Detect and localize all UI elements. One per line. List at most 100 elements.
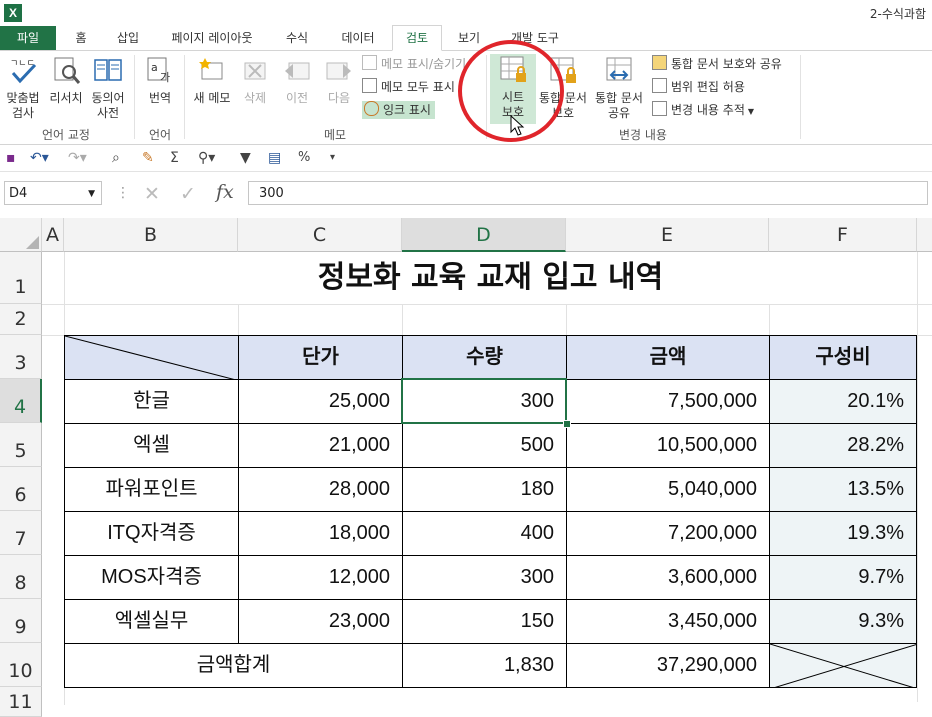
- tab-review[interactable]: 검토: [392, 25, 442, 51]
- ratio-cell[interactable]: 9.7%: [769, 555, 917, 600]
- header-quantity[interactable]: 수량: [402, 335, 567, 380]
- amount-cell[interactable]: 3,450,000: [566, 599, 770, 644]
- row-header-6[interactable]: 6: [0, 467, 42, 511]
- row-header-2[interactable]: 2: [0, 304, 42, 335]
- show-ink-button[interactable]: 잉크 표시: [362, 101, 435, 119]
- ratio-cell[interactable]: 13.5%: [769, 467, 917, 512]
- amount-cell[interactable]: 7,500,000: [566, 379, 770, 424]
- customize-qat-icon[interactable]: ▾: [330, 149, 335, 167]
- row-header-4[interactable]: 4: [0, 379, 42, 423]
- save-icon[interactable]: ▪: [6, 149, 16, 167]
- track-changes-button[interactable]: 변경 내용 추적 ▼: [652, 101, 754, 119]
- tab-file[interactable]: 파일: [0, 26, 56, 50]
- column-header-c[interactable]: C: [238, 218, 402, 252]
- show-all-comments-label: 메모 모두 표시: [381, 80, 455, 94]
- price-cell[interactable]: 18,000: [238, 511, 403, 556]
- amount-cell[interactable]: 10,500,000: [566, 423, 770, 468]
- previous-comment-button[interactable]: 이전: [278, 55, 316, 106]
- name-box[interactable]: D4 ▼: [4, 181, 102, 205]
- excel-app-icon[interactable]: X: [4, 4, 22, 22]
- tab-formulas[interactable]: 수식: [276, 26, 318, 50]
- new-comment-button[interactable]: 새 메모: [190, 55, 234, 106]
- protect-share-workbook-button[interactable]: 통합 문서 보호와 공유: [652, 55, 782, 73]
- redo-icon[interactable]: ↷▾: [68, 149, 87, 167]
- sheet-title[interactable]: 정보화 교육 교재 입고 내역: [64, 252, 917, 304]
- delete-comment-button[interactable]: 삭제: [238, 55, 272, 106]
- row-header-10[interactable]: 10: [0, 643, 42, 687]
- undo-icon[interactable]: ↶▾: [30, 149, 49, 167]
- ratio-cell[interactable]: 20.1%: [769, 379, 917, 424]
- item-name-cell[interactable]: ITQ자격증: [64, 511, 239, 556]
- row-header-5[interactable]: 5: [0, 423, 42, 467]
- price-cell[interactable]: 28,000: [238, 467, 403, 512]
- fill-handle[interactable]: [563, 420, 571, 428]
- show-all-comments-button[interactable]: 메모 모두 표시: [362, 78, 455, 96]
- quantity-cell[interactable]: 400: [402, 511, 567, 556]
- row-header-7[interactable]: 7: [0, 511, 42, 555]
- tab-page-layout[interactable]: 페이지 레이아웃: [160, 26, 264, 50]
- thesaurus-button[interactable]: 동의어 사전: [88, 55, 128, 121]
- column-header-f[interactable]: F: [769, 218, 917, 252]
- diagonal-header-cell[interactable]: [64, 335, 239, 380]
- new-comment-icon: [199, 58, 223, 80]
- spelling-button[interactable]: ㄱㄴㄷ 맞춤법 검사: [2, 55, 44, 121]
- column-header-d[interactable]: D: [402, 218, 566, 252]
- tab-home[interactable]: 홈: [62, 26, 100, 50]
- total-ratio-cell[interactable]: [769, 643, 917, 688]
- translate-button[interactable]: a가 번역: [140, 55, 180, 106]
- column-header-a[interactable]: A: [42, 218, 64, 252]
- row-header-1[interactable]: 1: [0, 252, 42, 304]
- quantity-cell[interactable]: 150: [402, 599, 567, 644]
- print-preview-icon[interactable]: ⌕: [112, 149, 120, 167]
- price-cell[interactable]: 21,000: [238, 423, 403, 468]
- row-header-8[interactable]: 8: [0, 555, 42, 599]
- name-box-value: D4: [9, 186, 28, 201]
- percent-style-icon[interactable]: %: [298, 149, 310, 167]
- insert-function-icon[interactable]: fx: [216, 181, 234, 203]
- share-workbook-button[interactable]: 통합 문서 공유: [592, 55, 646, 121]
- item-name-cell[interactable]: 엑셀실무: [64, 599, 239, 644]
- column-header-e[interactable]: E: [566, 218, 769, 252]
- research-button[interactable]: 리서치: [46, 55, 86, 106]
- tab-insert[interactable]: 삽입: [108, 26, 148, 50]
- autosum-icon[interactable]: Σ: [170, 149, 179, 167]
- allow-edit-ranges-button[interactable]: 범위 편집 허용: [652, 78, 745, 96]
- header-ratio[interactable]: 구성비: [769, 335, 917, 380]
- total-amount-cell[interactable]: 37,290,000: [566, 643, 770, 688]
- item-name-cell[interactable]: 엑셀: [64, 423, 239, 468]
- next-comment-button[interactable]: 다음: [320, 55, 358, 106]
- price-cell[interactable]: 25,000: [238, 379, 403, 424]
- ratio-cell[interactable]: 19.3%: [769, 511, 917, 556]
- column-header-b[interactable]: B: [64, 218, 238, 252]
- item-name-cell[interactable]: 파워포인트: [64, 467, 239, 512]
- row-header-9[interactable]: 9: [0, 599, 42, 643]
- tab-data[interactable]: 데이터: [330, 26, 386, 50]
- column-header-g[interactable]: [917, 218, 932, 252]
- enter-icon[interactable]: ✓: [180, 183, 196, 205]
- cancel-icon[interactable]: ✕: [144, 183, 160, 205]
- filter-icon[interactable]: ▼: [240, 149, 251, 167]
- total-quantity-cell[interactable]: 1,830: [402, 643, 567, 688]
- total-label-cell[interactable]: 금액합계: [64, 643, 403, 688]
- insert-chart-icon[interactable]: ▤: [268, 149, 281, 167]
- find-icon[interactable]: ⚲▾: [198, 149, 215, 167]
- price-cell[interactable]: 23,000: [238, 599, 403, 644]
- item-name-cell[interactable]: 한글: [64, 379, 239, 424]
- quantity-cell[interactable]: 500: [402, 423, 567, 468]
- price-cell[interactable]: 12,000: [238, 555, 403, 600]
- row-header-3[interactable]: 3: [0, 335, 42, 379]
- ratio-cell[interactable]: 28.2%: [769, 423, 917, 468]
- amount-cell[interactable]: 7,200,000: [566, 511, 770, 556]
- quantity-cell[interactable]: 180: [402, 467, 567, 512]
- ratio-cell[interactable]: 9.3%: [769, 599, 917, 644]
- quantity-cell[interactable]: 300: [402, 555, 567, 600]
- show-hide-comment-button[interactable]: 메모 표시/숨기기: [362, 55, 466, 73]
- item-name-cell[interactable]: MOS자격증: [64, 555, 239, 600]
- amount-cell[interactable]: 5,040,000: [566, 467, 770, 512]
- row-header-11[interactable]: 11: [0, 687, 42, 717]
- formula-input[interactable]: 300: [248, 181, 928, 205]
- amount-cell[interactable]: 3,600,000: [566, 555, 770, 600]
- header-amount[interactable]: 금액: [566, 335, 770, 380]
- format-painter-icon[interactable]: ✎: [142, 149, 154, 167]
- header-price[interactable]: 단가: [238, 335, 403, 380]
